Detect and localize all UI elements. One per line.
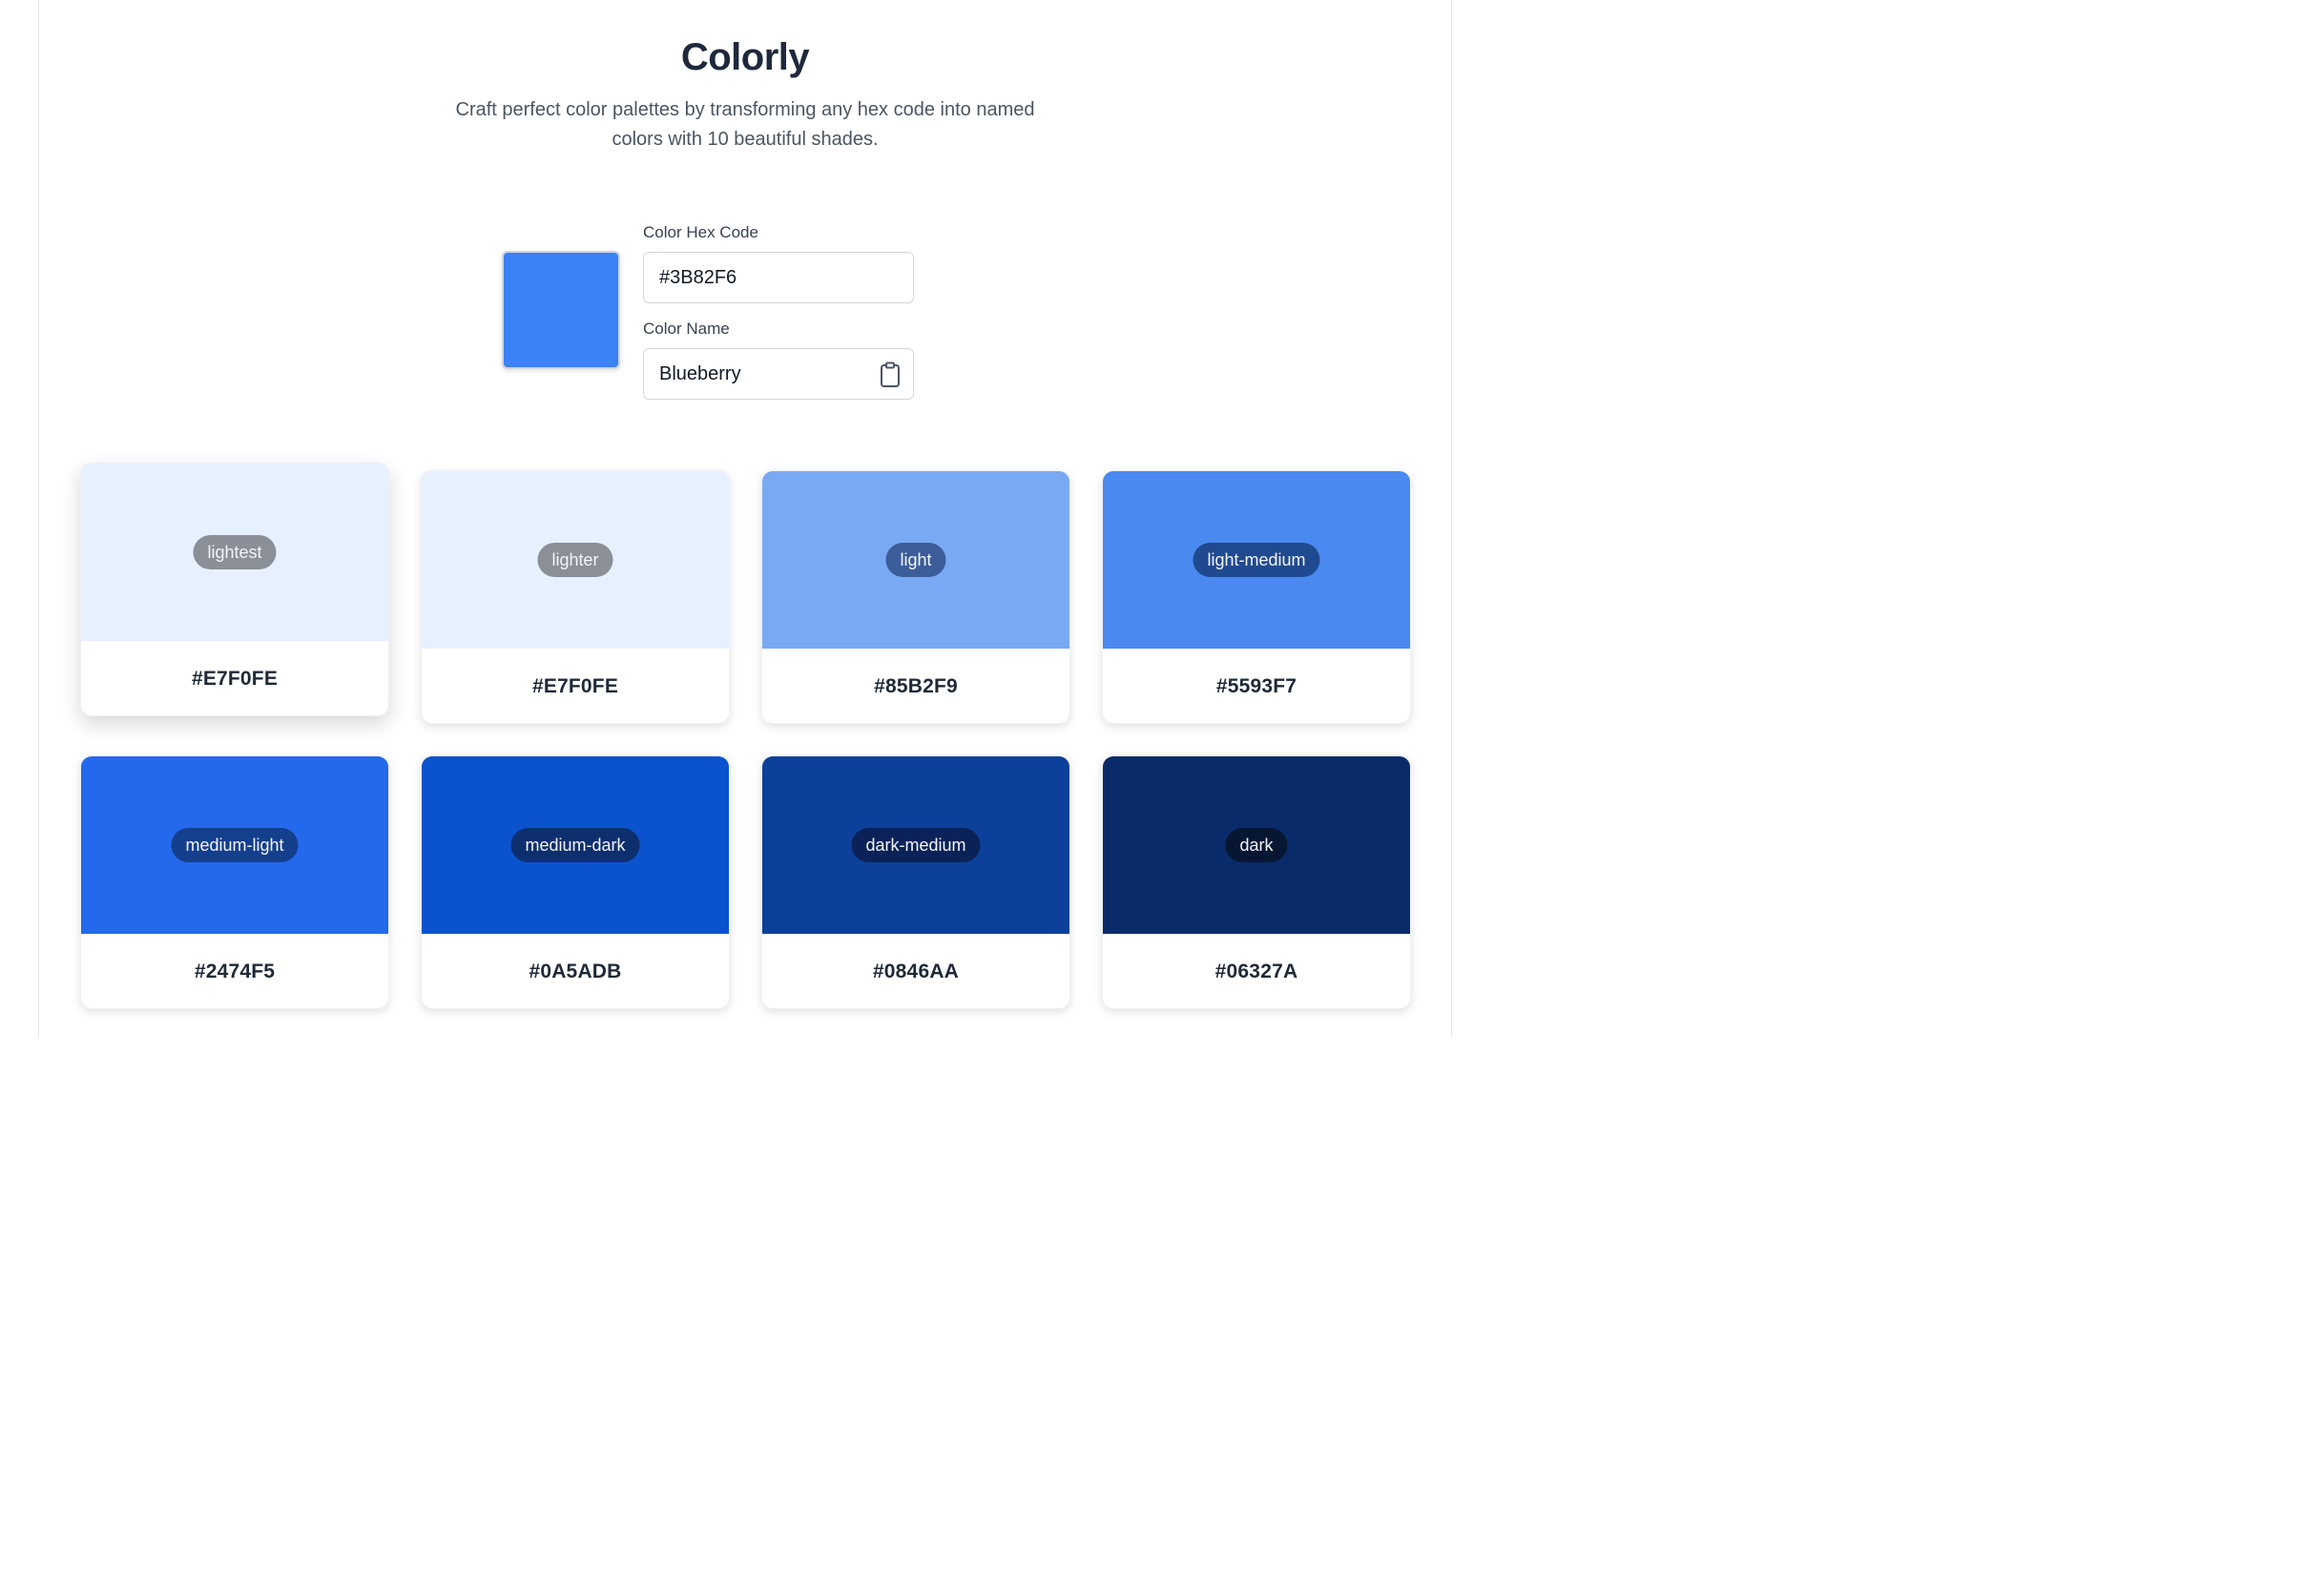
- shade-hex-value: #2474F5: [194, 961, 276, 982]
- shade-color-block: lightest: [81, 464, 388, 641]
- shade-card-medium-dark[interactable]: medium-dark #0A5ADB: [421, 755, 730, 1009]
- color-name-label: Color Name: [643, 320, 730, 338]
- shade-color-block: dark-medium: [762, 756, 1069, 934]
- shade-label-badge: medium-light: [171, 828, 299, 862]
- shade-hex-value: #5593F7: [1215, 675, 1297, 697]
- shade-color-block: lighter: [422, 471, 729, 649]
- page-container: Colorly Craft perfect color palettes by …: [38, 0, 1452, 1038]
- hex-code-label: Color Hex Code: [643, 223, 758, 241]
- app-title: Colorly: [680, 36, 810, 78]
- shade-hex-value: #06327A: [1214, 961, 1298, 982]
- shade-card-light-medium[interactable]: light-medium #5593F7: [1102, 470, 1411, 724]
- app-subtitle: Craft perfect color palettes by transfor…: [455, 99, 1035, 150]
- shade-card-light[interactable]: light #85B2F9: [761, 470, 1070, 724]
- shade-hex-value: #0846AA: [872, 961, 960, 982]
- color-name-value: Blueberry: [659, 362, 741, 384]
- shade-color-block: light: [762, 471, 1069, 649]
- shade-hex-value: #E7F0FE: [191, 668, 279, 690]
- shade-label-badge: medium-dark: [510, 828, 640, 862]
- shade-color-block: medium-dark: [422, 756, 729, 934]
- color-preview-swatch[interactable]: [502, 251, 620, 369]
- clipboard-icon[interactable]: [879, 362, 902, 388]
- shade-label-badge: light: [885, 543, 946, 577]
- shade-card-medium-light[interactable]: medium-light #2474F5: [80, 755, 389, 1009]
- shade-label-badge: light-medium: [1193, 543, 1320, 577]
- shade-hex-value: #85B2F9: [874, 675, 958, 697]
- shade-color-block: light-medium: [1103, 471, 1410, 649]
- shade-label-badge: lighter: [537, 543, 613, 577]
- shade-label-badge: dark: [1225, 828, 1288, 862]
- shade-hex-value: #E7F0FE: [531, 675, 619, 697]
- hex-code-input[interactable]: #3B82F6: [643, 252, 914, 303]
- shade-label-badge: lightest: [193, 535, 277, 569]
- shade-label-badge: dark-medium: [851, 828, 981, 862]
- shade-card-lightest[interactable]: lightest #E7F0FE: [80, 463, 389, 716]
- shade-card-dark-medium[interactable]: dark-medium #0846AA: [761, 755, 1070, 1009]
- shade-color-block: medium-light: [81, 756, 388, 934]
- color-name-field: Blueberry: [643, 348, 914, 400]
- shade-card-lighter[interactable]: lighter #E7F0FE: [421, 470, 730, 724]
- shade-card-dark[interactable]: dark #06327A: [1102, 755, 1411, 1009]
- shade-hex-value: #0A5ADB: [529, 961, 622, 982]
- shade-color-block: dark: [1103, 756, 1410, 934]
